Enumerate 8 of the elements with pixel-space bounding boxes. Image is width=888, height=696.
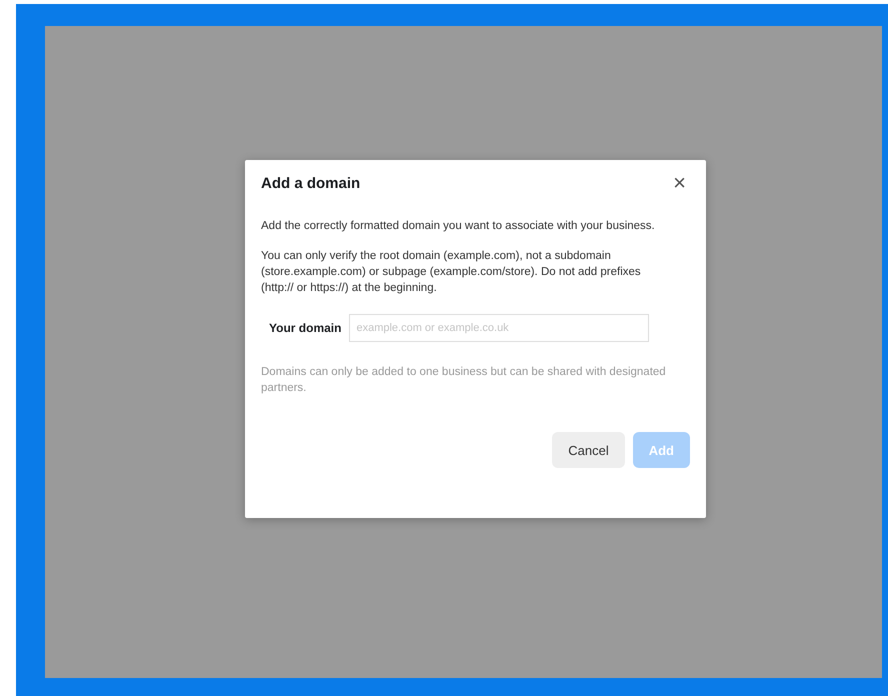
close-button[interactable]: × xyxy=(669,172,690,194)
domain-input[interactable]: example.com or example.co.uk xyxy=(349,314,650,342)
field-label: Your domain xyxy=(269,321,342,335)
note-text: Domains can only be added to one business but can be shared with designated partners. xyxy=(261,365,667,396)
instruction-text: Add the correctly formatted domain you want to associate with your business. xyxy=(261,219,656,234)
cancel-button[interactable]: Cancel xyxy=(552,432,625,468)
dialog-title: Add a domain xyxy=(261,174,360,192)
instruction-text: You can only verify the root domain (example.com), not a subdomain (store.example.com) or subpage (example.com/store). Do not add prefixes (http:// or https://) at the beginning. xyxy=(261,249,642,296)
